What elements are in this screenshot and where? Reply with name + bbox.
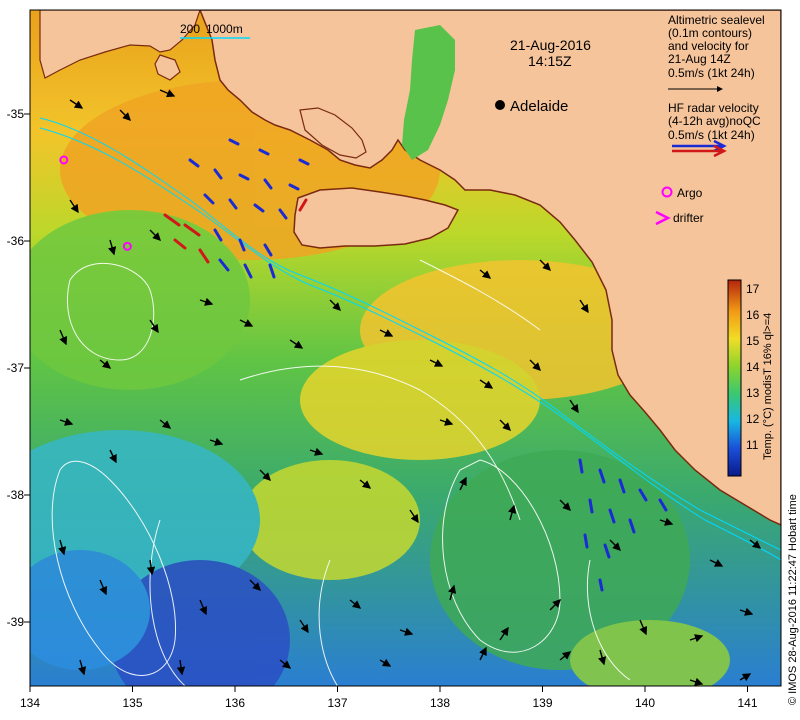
sealevel-legend-line-4: 21-Aug 14Z [668,52,731,66]
lon-tick-label: 136 [225,696,245,710]
lon-tick-label: 141 [737,696,757,710]
lat-tick-label: -37 [7,361,25,375]
sealevel-legend-line-2: (0.1m contours) [668,26,752,40]
radar-legend-line-3: 0.5m/s (1kt 24h) [668,128,755,142]
lon-tick-label: 138 [430,696,450,710]
colorbar-title: Temp. (°C) modisT 16% ql>=4 [762,313,774,460]
isobath-legend: 200 1000m [180,22,250,39]
map-date: 21-Aug-2016 [510,37,591,53]
colorbar-tick: 11 [746,438,759,452]
argo-float-marker [585,685,591,686]
plot-area [30,10,781,686]
lon-tick-label: 139 [532,696,552,710]
colorbar-scale [727,279,742,477]
colorbar-tick: 12 [746,412,760,426]
lat-tick-label: -39 [7,615,25,629]
sealevel-legend-line-5: 0.5m/s (1kt 24h) [668,66,755,80]
isobath-label-1000: 1000m [206,22,243,36]
map-time: 14:15Z [528,53,572,69]
sealevel-legend-line-1: Altimetric sealevel [668,13,765,27]
credit-text: © IMOS 28-Aug-2016 11:22:47 Hobart time [787,494,799,705]
lat-tick-label: -35 [7,107,25,121]
colorbar-tick: 13 [746,386,760,400]
colorbar-tick: 16 [746,308,760,322]
radar-legend-line-1: HF radar velocity [668,101,759,115]
longitude-axis: 134 135 136 137 138 139 140 141 [20,686,758,710]
sst-map-figure: Adelaide 21-Aug-2016 14:15Z 200 1000m Al… [7,9,799,710]
sealevel-legend-line-3: and velocity for [668,39,749,53]
latitude-axis: -35 -36 -37 -38 -39 [7,107,30,629]
lon-tick-label: 134 [20,696,40,710]
lon-tick-label: 137 [327,696,347,710]
drifter-legend-label: drifter [673,211,704,225]
lon-tick-label: 135 [122,696,142,710]
place-label-adelaide: Adelaide [510,98,568,115]
argo-legend-label: Argo [677,186,703,200]
lat-tick-label: -36 [7,234,25,248]
radar-legend-line-2: (4-12h avg)noQC [668,114,761,128]
colorbar-tick: 14 [746,360,760,374]
lat-tick-label: -38 [7,488,25,502]
colorbar-tick: 17 [746,282,760,296]
colorbar-tick: 15 [746,334,760,348]
lon-tick-label: 140 [635,696,655,710]
isobath-label-200: 200 [180,22,200,36]
adelaide-marker [495,100,505,110]
